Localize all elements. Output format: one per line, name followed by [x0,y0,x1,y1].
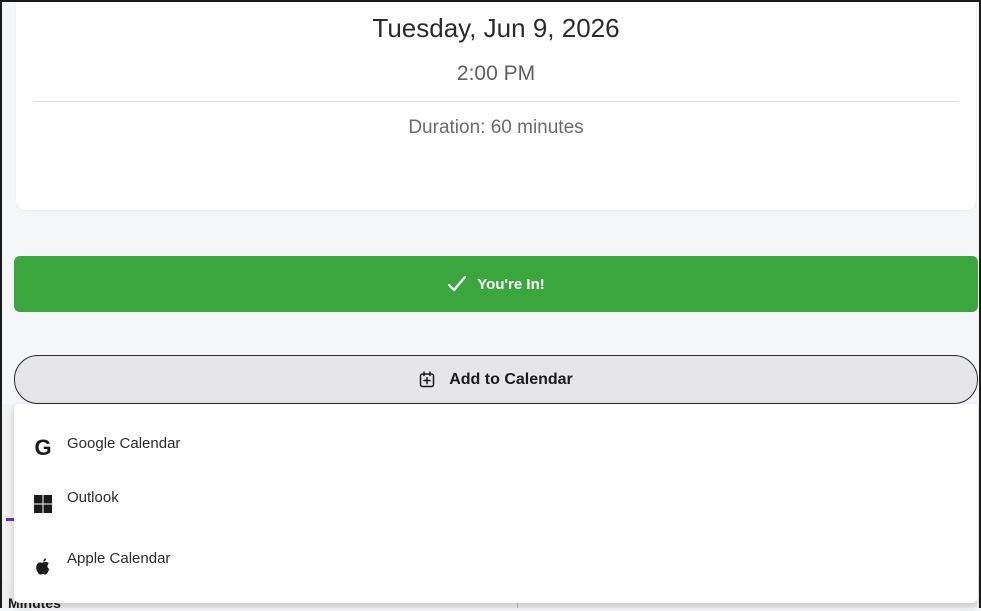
add-to-calendar-label: Add to Calendar [449,370,573,388]
event-time: 2:00 PM [456,62,536,85]
menu-item-google-calendar[interactable]: G Google Calendar [14,412,978,472]
youre-in-label: You're In! [477,275,545,293]
apple-icon [32,556,54,578]
checkmark-icon [447,275,467,293]
background-panel-left [0,404,14,608]
menu-item-label: Apple Calendar [67,550,171,567]
event-date: Tuesday, Jun 9, 2026 [372,13,620,43]
event-duration: Duration: 60 minutes [408,117,584,138]
frame-border [0,0,2,608]
calendar-options-menu: G Google Calendar Outlook Apple Calendar [14,404,978,603]
calendar-plus-icon [419,371,435,388]
frame-border [0,0,981,2]
menu-item-label: Outlook [67,489,119,506]
menu-item-apple-calendar[interactable]: Apple Calendar [14,536,978,596]
youre-in-button[interactable]: You're In! [14,256,978,312]
event-details-card: Tuesday, Jun 9, 2026 2:00 PM Duration: 6… [16,0,976,210]
menu-item-label: Google Calendar [67,435,181,452]
card-divider [34,101,958,102]
windows-icon [32,493,54,515]
google-icon: G [34,435,52,460]
menu-item-outlook[interactable]: Outlook [14,474,978,534]
add-to-calendar-button[interactable]: Add to Calendar [14,355,978,404]
